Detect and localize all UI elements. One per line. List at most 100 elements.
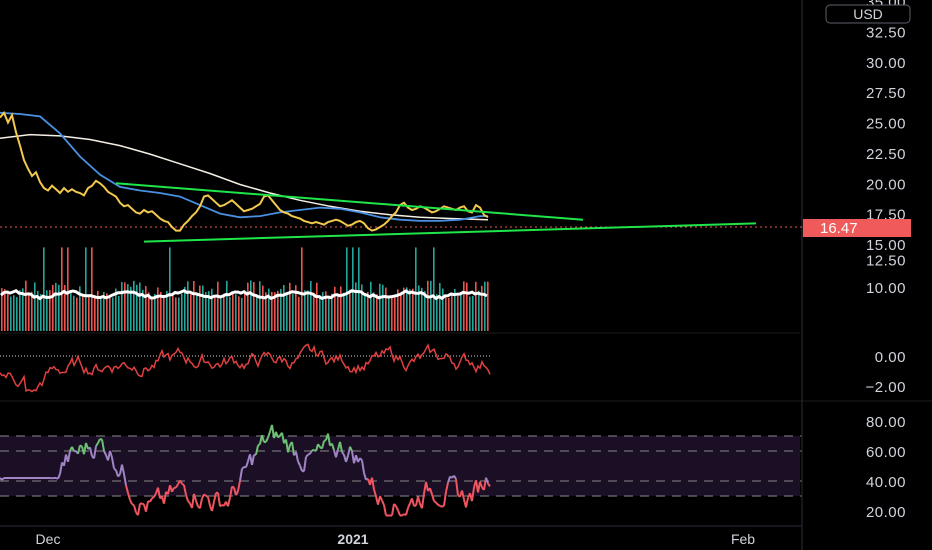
price-tick-label: 22.50 [866,146,906,163]
rsi-segment [79,444,83,448]
volume-bar [145,286,147,331]
volume-bar [82,295,84,331]
time-tick-label: Feb [731,531,755,547]
oscillator-axis: 0.00 −2.00 [866,349,906,396]
volume-bar [25,280,27,331]
volume-bar [19,290,21,331]
volume-bar [262,285,264,331]
rsi-segment [395,505,399,511]
rsi-segment [129,499,133,505]
rsi-segment [465,497,469,508]
volume-bar [100,297,102,331]
volume-bar [373,292,375,331]
volume-bar [445,295,447,331]
volume-bar [154,293,156,331]
volume-bar [214,295,216,331]
rsi-segment [397,509,401,516]
time-tick-label: Dec [36,531,61,547]
volume-bar [196,295,198,331]
volume-bar [334,286,336,331]
volume-bar [238,296,240,331]
volume-bar [121,282,123,331]
volume-bar [193,281,195,331]
volume-bar [217,281,219,331]
volume-bar [298,296,300,331]
rsi-segment [435,501,439,506]
rsi-tick-label: 80.00 [866,414,906,431]
volume-bar [382,284,384,331]
volume-bar [181,293,183,331]
volume-bar [91,247,93,331]
rsi-segment [203,493,207,497]
rsi-segment [113,467,117,471]
rsi-segment [181,482,185,486]
price-axis[interactable]: 35.0032.5030.0027.5025.0022.5020.0017.50… [866,0,906,254]
rsi-segment [379,495,383,501]
rsi-segment [149,497,153,503]
volume-bar [394,295,396,331]
volume-bar [163,296,165,331]
volume-bar [202,285,204,331]
volume-bar [292,294,294,331]
volume-bar [364,294,366,331]
volume-bar [376,294,378,331]
rsi-segment [241,466,245,470]
volume-bar [58,284,60,331]
volume-bar [463,281,465,331]
volume-bar [451,292,453,331]
volume-bar [346,247,348,331]
volume-bar [190,294,192,331]
volume-bar [124,282,126,331]
rsi-segment [411,498,415,507]
price-tick-label: 25.00 [866,116,906,133]
volume-bar [355,282,357,331]
volume-bar [433,247,435,331]
volume-bar [55,282,57,331]
volume-bar [457,295,459,331]
rsi-segment [407,502,411,509]
volume-bar [235,294,237,331]
volume-bar [406,287,408,331]
volume-bar [337,295,339,331]
volume-tick-label: 12.50 [866,253,906,270]
volume-bar [439,283,441,331]
volume-bar [133,280,135,331]
rsi-segment [227,497,231,507]
volume-bar [34,282,36,331]
rsi-segment [383,504,387,516]
volume-bar [319,295,321,331]
rsi-tick-label: 20.00 [866,504,906,521]
volume-bar [442,288,444,331]
volume-bar [169,247,171,331]
rsi-tick-label: 60.00 [866,444,906,461]
volume-bar [31,291,33,331]
trendline-lower[interactable] [143,222,757,243]
volume-bar [109,296,111,331]
volume-bar [175,297,177,331]
time-axis[interactable]: Dec 2021 Feb [36,531,756,547]
rsi-segment [437,503,441,507]
trendline-upper[interactable] [115,182,584,221]
volume-bar [112,297,114,331]
volume-bar [43,247,45,331]
rsi-segment [207,496,211,507]
volume-bar [301,247,303,331]
rsi-segment [145,501,149,512]
rsi-segment [141,502,145,506]
price-tick-label: 30.00 [866,55,906,72]
volume-bar [487,281,489,331]
price-line [0,110,489,232]
volume-bar [391,295,393,331]
volume-bar [88,297,90,331]
volume-bar [316,282,318,331]
currency-label: USD [853,6,883,22]
volume-bar [385,287,387,331]
price-tick-label: 20.00 [866,176,906,193]
rsi-segment [199,498,203,509]
volume-bar [286,293,288,331]
rsi-segment [441,504,445,508]
chart-window: 35.0032.5030.0027.5025.0022.5020.0017.50… [0,0,932,550]
volume-bar [304,290,306,331]
volume-bar [241,297,243,331]
volume-bar [388,295,390,331]
